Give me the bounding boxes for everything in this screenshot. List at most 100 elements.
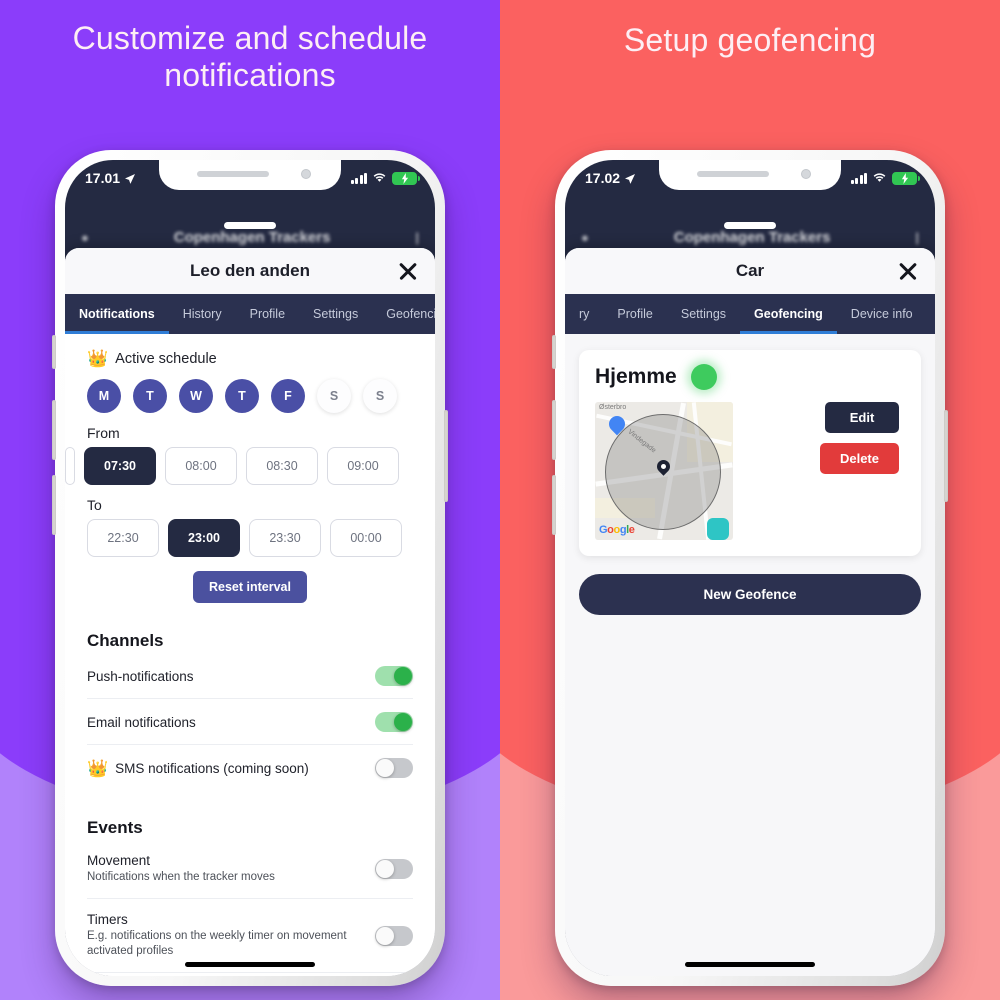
day-chip-fri[interactable]: F bbox=[271, 379, 305, 413]
phone-volume-up-button[interactable] bbox=[552, 400, 556, 460]
menu-icon: | bbox=[415, 229, 419, 245]
sheet-grabber-left[interactable] bbox=[224, 222, 276, 229]
phone-mute-button[interactable] bbox=[552, 335, 556, 369]
toggle-timers[interactable] bbox=[375, 925, 413, 946]
event-label-timers: Timers bbox=[87, 911, 128, 927]
new-geofence-button[interactable]: New Geofence bbox=[579, 574, 921, 615]
from-chip-0830[interactable]: 08:30 bbox=[246, 447, 318, 485]
left-panel-headline: Customize and schedule notifications bbox=[72, 20, 428, 93]
phone-mockup-left: 17.01 ● Copenhagen Trackers | Leo den an… bbox=[52, 150, 448, 986]
reset-interval-button[interactable]: Reset interval bbox=[193, 571, 307, 603]
close-icon[interactable] bbox=[395, 258, 421, 284]
event-row-movement: Movement Notifications when the tracker … bbox=[87, 840, 413, 899]
front-camera bbox=[301, 169, 311, 179]
phone-screen-right: 17.02 ● Copenhagen Trackers | Car ry Pro… bbox=[565, 160, 935, 976]
tab-settings[interactable]: Settings bbox=[667, 294, 740, 334]
toggle-push-notifications[interactable] bbox=[375, 666, 413, 686]
search-icon: ● bbox=[581, 229, 589, 245]
behind-app-title: Copenhagen Trackers bbox=[673, 228, 831, 246]
cellular-bars-icon bbox=[350, 172, 367, 184]
day-chip-sun[interactable]: S bbox=[363, 379, 397, 413]
battery-charging-icon bbox=[892, 171, 920, 185]
home-indicator-left[interactable] bbox=[185, 962, 315, 967]
wifi-icon bbox=[872, 170, 887, 186]
right-panel-headline: Setup geofencing bbox=[623, 22, 877, 58]
geofence-card-body: Østerbro Vindegade indergade Google Edit bbox=[595, 402, 905, 540]
day-selector: M T W T F S S bbox=[87, 379, 413, 413]
toggle-sms-notifications[interactable] bbox=[375, 758, 413, 778]
status-time: 17.01 bbox=[85, 170, 121, 186]
from-chip-0900[interactable]: 09:00 bbox=[327, 447, 399, 485]
event-label-movement: Movement bbox=[87, 853, 151, 868]
geofencing-panel: Hjemme Østerbro Vindegade Google Edit De… bbox=[565, 334, 935, 976]
notifications-panel: 👑 Active schedule M T W T F S S From 07:… bbox=[65, 334, 435, 976]
channels-title: Channels bbox=[87, 631, 164, 650]
to-chip-0000[interactable]: 00:00 bbox=[330, 519, 402, 557]
day-chip-sat[interactable]: S bbox=[317, 379, 351, 413]
day-chip-tue[interactable]: T bbox=[133, 379, 167, 413]
phone-power-button[interactable] bbox=[444, 410, 448, 502]
to-time-chips: 22:30 23:00 23:30 00:00 bbox=[87, 519, 413, 557]
event-sub-timers: E.g. notifications on the weekly timer o… bbox=[87, 929, 347, 958]
toggle-knob bbox=[376, 926, 394, 945]
tab-profile[interactable]: Profile bbox=[603, 294, 666, 334]
channel-row-sms: 👑 SMS notifications (coming soon) bbox=[87, 745, 413, 790]
phone-mute-button[interactable] bbox=[52, 335, 56, 369]
cellular-bars-icon bbox=[850, 172, 867, 184]
tab-notifications[interactable]: Notifications bbox=[65, 294, 169, 334]
behind-app-title: Copenhagen Trackers bbox=[173, 228, 331, 246]
phone-screen-left: 17.01 ● Copenhagen Trackers | Leo den an… bbox=[65, 160, 435, 976]
phone-volume-down-button[interactable] bbox=[552, 475, 556, 535]
geofence-actions: Edit Delete bbox=[819, 402, 905, 474]
channel-label-email: Email notifications bbox=[87, 714, 196, 730]
tab-settings[interactable]: Settings bbox=[299, 294, 372, 334]
toggle-knob bbox=[376, 860, 394, 879]
channel-row-push: Push-notifications bbox=[87, 653, 413, 699]
toggle-email-notifications[interactable] bbox=[375, 712, 413, 732]
from-chip-previous[interactable] bbox=[65, 447, 75, 485]
active-schedule-header: 👑 Active schedule bbox=[87, 350, 413, 367]
day-chip-thu[interactable]: T bbox=[225, 379, 259, 413]
to-chip-2330[interactable]: 23:30 bbox=[249, 519, 321, 557]
to-chip-2230[interactable]: 22:30 bbox=[87, 519, 159, 557]
tab-bar-left: Notifications History Profile Settings G… bbox=[65, 294, 435, 334]
day-chip-wed[interactable]: W bbox=[179, 379, 213, 413]
search-icon: ● bbox=[81, 229, 89, 245]
phone-mockup-right: 17.02 ● Copenhagen Trackers | Car ry Pro… bbox=[552, 150, 948, 986]
tab-device-info[interactable]: Device info bbox=[837, 294, 927, 334]
phone-volume-down-button[interactable] bbox=[52, 475, 56, 535]
front-camera bbox=[801, 169, 811, 179]
home-indicator-right[interactable] bbox=[685, 962, 815, 967]
tab-geofencing[interactable]: Geofencing bbox=[740, 294, 837, 334]
tab-history[interactable]: History bbox=[169, 294, 236, 334]
crown-icon: 👑 bbox=[87, 349, 109, 368]
close-icon[interactable] bbox=[895, 258, 921, 284]
event-sub-movement: Notifications when the tracker moves bbox=[87, 871, 275, 883]
to-label: To bbox=[87, 497, 102, 513]
delete-button[interactable]: Delete bbox=[819, 443, 899, 474]
tab-bar-right: ry Profile Settings Geofencing Device in… bbox=[565, 294, 935, 334]
channel-label-push: Push-notifications bbox=[87, 668, 194, 684]
modal-sheet-left: Leo den anden Notifications History Prof… bbox=[65, 248, 435, 976]
geofence-map-thumbnail[interactable]: Østerbro Vindegade indergade Google bbox=[595, 402, 733, 540]
toggle-knob bbox=[394, 713, 412, 731]
edit-button[interactable]: Edit bbox=[825, 402, 899, 433]
day-chip-mon[interactable]: M bbox=[87, 379, 121, 413]
tab-profile[interactable]: Profile bbox=[236, 294, 299, 334]
sheet-grabber-right[interactable] bbox=[724, 222, 776, 229]
google-logo: Google bbox=[599, 524, 635, 536]
screenshot-root: Customize and schedule notifications 17.… bbox=[0, 0, 1000, 1000]
toggle-movement[interactable] bbox=[375, 859, 413, 880]
from-chip-0800[interactable]: 08:00 bbox=[165, 447, 237, 485]
earpiece-speaker bbox=[197, 171, 269, 177]
events-title: Events bbox=[87, 818, 143, 837]
geofence-card: Hjemme Østerbro Vindegade Google Edit De… bbox=[579, 350, 921, 556]
phone-volume-up-button[interactable] bbox=[52, 400, 56, 460]
tab-geofencing[interactable]: Geofencing bbox=[372, 294, 435, 334]
from-chip-0730[interactable]: 07:30 bbox=[84, 447, 156, 485]
tab-history-partial[interactable]: ry bbox=[565, 294, 603, 334]
from-time-chips: 07:30 08:00 08:30 09:00 bbox=[65, 447, 413, 485]
to-chip-2300[interactable]: 23:00 bbox=[168, 519, 240, 557]
phone-power-button[interactable] bbox=[944, 410, 948, 502]
phone-notch bbox=[159, 160, 341, 190]
